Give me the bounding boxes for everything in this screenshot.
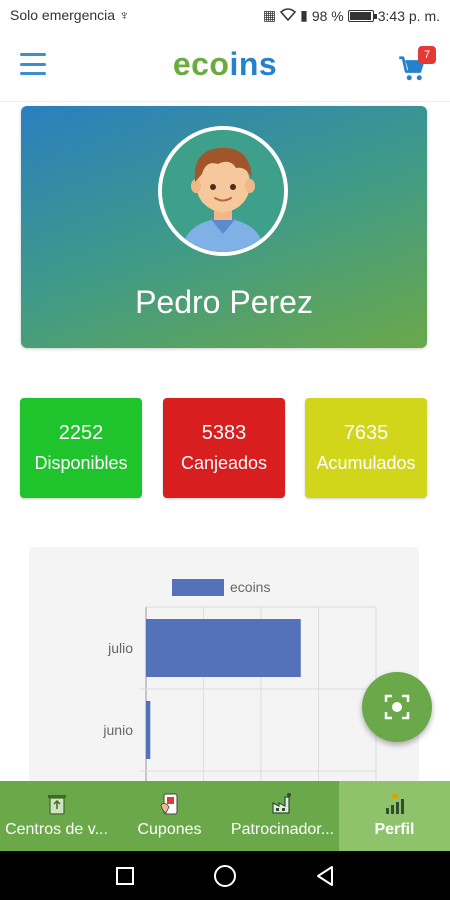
category-label-junio: junio	[102, 722, 133, 738]
cart-button[interactable]: 7	[398, 46, 436, 82]
ecoins-bar-chart: ecoins julio junio	[102, 579, 377, 807]
category-label-julio: julio	[107, 640, 133, 656]
bar-julio	[146, 619, 301, 677]
stat-label: Acumulados	[316, 453, 416, 473]
profile-name: Pedro Perez	[135, 284, 313, 320]
vibrate-icon: ▦	[262, 7, 277, 23]
factory-icon	[271, 793, 291, 814]
tab-centros[interactable]: Centros de v...	[0, 781, 113, 851]
bottom-tab-bar: Centros de v... Cupones Patrocinador...	[0, 781, 450, 851]
coupon-icon	[160, 793, 177, 815]
stat-acumulados[interactable]: 7635 Acumulados	[305, 398, 427, 498]
stat-value: 2252	[58, 422, 104, 444]
legend-swatch	[172, 579, 224, 596]
stat-disponibles[interactable]: 2252 Disponibles	[20, 398, 142, 498]
stat-label: Disponibles	[34, 453, 128, 473]
tab-patrocinadores[interactable]: Patrocinador...	[226, 781, 339, 851]
home-button[interactable]	[214, 865, 236, 887]
system-nav-bar	[0, 851, 450, 900]
stat-value: 7635	[343, 422, 389, 444]
profile-card: Pedro Perez	[21, 106, 427, 348]
cart-badge: 7	[418, 46, 436, 64]
tab-cupones[interactable]: Cupones	[113, 781, 226, 851]
tab-perfil[interactable]: Perfil	[339, 781, 450, 851]
status-bar: Solo emergencia ♆ ▦ ▮ 98 % 3:43 p. m.	[0, 0, 450, 32]
stat-value: 5383	[201, 422, 247, 444]
scan-icon	[384, 694, 410, 720]
recycle-bin-icon	[47, 795, 66, 815]
app-logo: ecoins	[172, 46, 278, 82]
avatar[interactable]	[158, 126, 288, 256]
chart-card: ecoins julio junio	[29, 547, 419, 807]
status-time: 3:43 p. m.	[377, 7, 440, 24]
app-screen: Solo emergencia ♆ ▦ ▮ 98 % 3:43 p. m. ec…	[0, 0, 450, 900]
stat-label: Canjeados	[180, 453, 268, 473]
app-bar: ecoins 7	[0, 32, 450, 102]
scan-fab[interactable]	[362, 672, 432, 742]
bar-junio	[146, 701, 151, 759]
sim-icon: ▮	[300, 7, 308, 23]
battery-icon	[347, 9, 377, 22]
wifi-icon	[280, 7, 297, 24]
status-right: ▦ ▮ 98 % 3:43 p. m.	[263, 7, 440, 24]
recents-button[interactable]	[116, 867, 134, 885]
legend-label: ecoins	[230, 579, 270, 595]
battery-percent: 98 %	[311, 7, 344, 24]
status-carrier: Solo emergencia ♆	[10, 7, 130, 23]
stat-canjeados[interactable]: 5383 Canjeados	[163, 398, 285, 498]
back-button[interactable]	[317, 866, 333, 886]
user-avatar-icon	[162, 130, 284, 252]
profile-chart-icon	[385, 793, 404, 814]
usb-icon: ♆	[118, 7, 130, 23]
